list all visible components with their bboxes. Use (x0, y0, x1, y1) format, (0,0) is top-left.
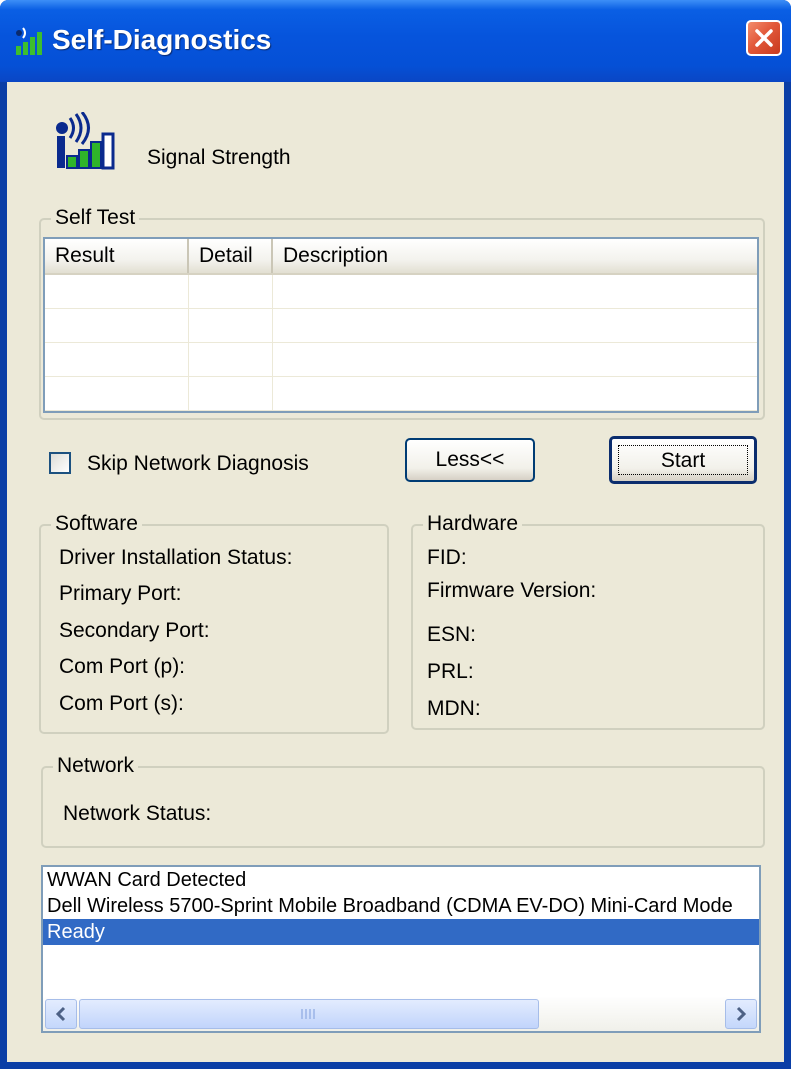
description-cell (273, 343, 757, 377)
list-item-selected[interactable]: Ready (43, 919, 759, 945)
result-cell (45, 309, 189, 343)
scroll-thumb[interactable] (79, 999, 539, 1029)
result-cell (45, 377, 189, 411)
dialog-body: Signal Strength Self Test Result Detail … (7, 82, 784, 1062)
start-button[interactable]: Start (609, 436, 757, 484)
fid-label: FID: (427, 546, 467, 569)
software-legend: Software (51, 512, 142, 536)
result-cell (45, 343, 189, 377)
firmware-version-label: Firmware Version: (427, 579, 597, 602)
self-test-legend: Self Test (51, 206, 140, 230)
prl-label: PRL: (427, 660, 474, 683)
horizontal-scrollbar[interactable] (43, 997, 759, 1031)
column-header-detail[interactable]: Detail (189, 239, 273, 273)
title-bar[interactable]: Self-Diagnostics (0, 0, 791, 82)
table-row[interactable] (45, 343, 757, 377)
description-cell (273, 309, 757, 343)
primary-port-label: Primary Port: (59, 582, 182, 605)
table-row[interactable] (45, 275, 757, 309)
window-title: Self-Diagnostics (52, 24, 272, 55)
skip-network-checkbox[interactable] (49, 452, 71, 474)
description-cell (273, 275, 757, 309)
secondary-port-label: Secondary Port: (59, 619, 210, 642)
detail-cell (189, 275, 273, 309)
grip-icon (301, 1009, 315, 1019)
description-cell (273, 377, 757, 411)
com-port-p-label: Com Port (p): (59, 655, 186, 678)
result-cell (45, 275, 189, 309)
status-log-list[interactable]: WWAN Card Detected Dell Wireless 5700-Sp… (41, 865, 761, 1033)
signal-strength-label: Signal Strength (147, 146, 291, 169)
table-row[interactable] (45, 309, 757, 343)
detail-cell (189, 343, 273, 377)
network-legend: Network (53, 754, 139, 778)
self-test-table[interactable]: Result Detail Description (43, 237, 759, 413)
scroll-right-button[interactable] (725, 999, 757, 1029)
table-header: Result Detail Description (45, 239, 757, 275)
column-header-result[interactable]: Result (45, 239, 189, 273)
driver-status-label: Driver Installation Status: (59, 546, 293, 569)
less-button-label: Less<< (435, 448, 505, 471)
detail-cell (189, 309, 273, 343)
column-header-description[interactable]: Description (273, 239, 757, 273)
list-item[interactable]: Dell Wireless 5700-Sprint Mobile Broadba… (43, 893, 759, 919)
mdn-label: MDN: (427, 697, 481, 720)
close-icon (755, 29, 773, 47)
table-row[interactable] (45, 377, 757, 411)
hardware-legend: Hardware (423, 512, 523, 536)
chevron-right-icon (736, 1006, 747, 1022)
signal-strength-icon (53, 111, 125, 170)
close-button[interactable] (746, 20, 782, 56)
chevron-left-icon (55, 1006, 66, 1022)
dialog-window: Self-Diagnostics Signal Strength Self Te… (0, 0, 791, 1069)
scroll-left-button[interactable] (45, 999, 77, 1029)
skip-network-label[interactable]: Skip Network Diagnosis (87, 452, 309, 476)
network-status-label: Network Status: (63, 802, 212, 825)
focus-rectangle (618, 445, 748, 475)
list-item[interactable]: WWAN Card Detected (43, 867, 759, 893)
esn-label: ESN: (427, 623, 477, 646)
detail-cell (189, 377, 273, 411)
com-port-s-label: Com Port (s): (59, 692, 184, 715)
signal-bars-icon (14, 24, 48, 58)
less-button[interactable]: Less<< (405, 438, 535, 482)
